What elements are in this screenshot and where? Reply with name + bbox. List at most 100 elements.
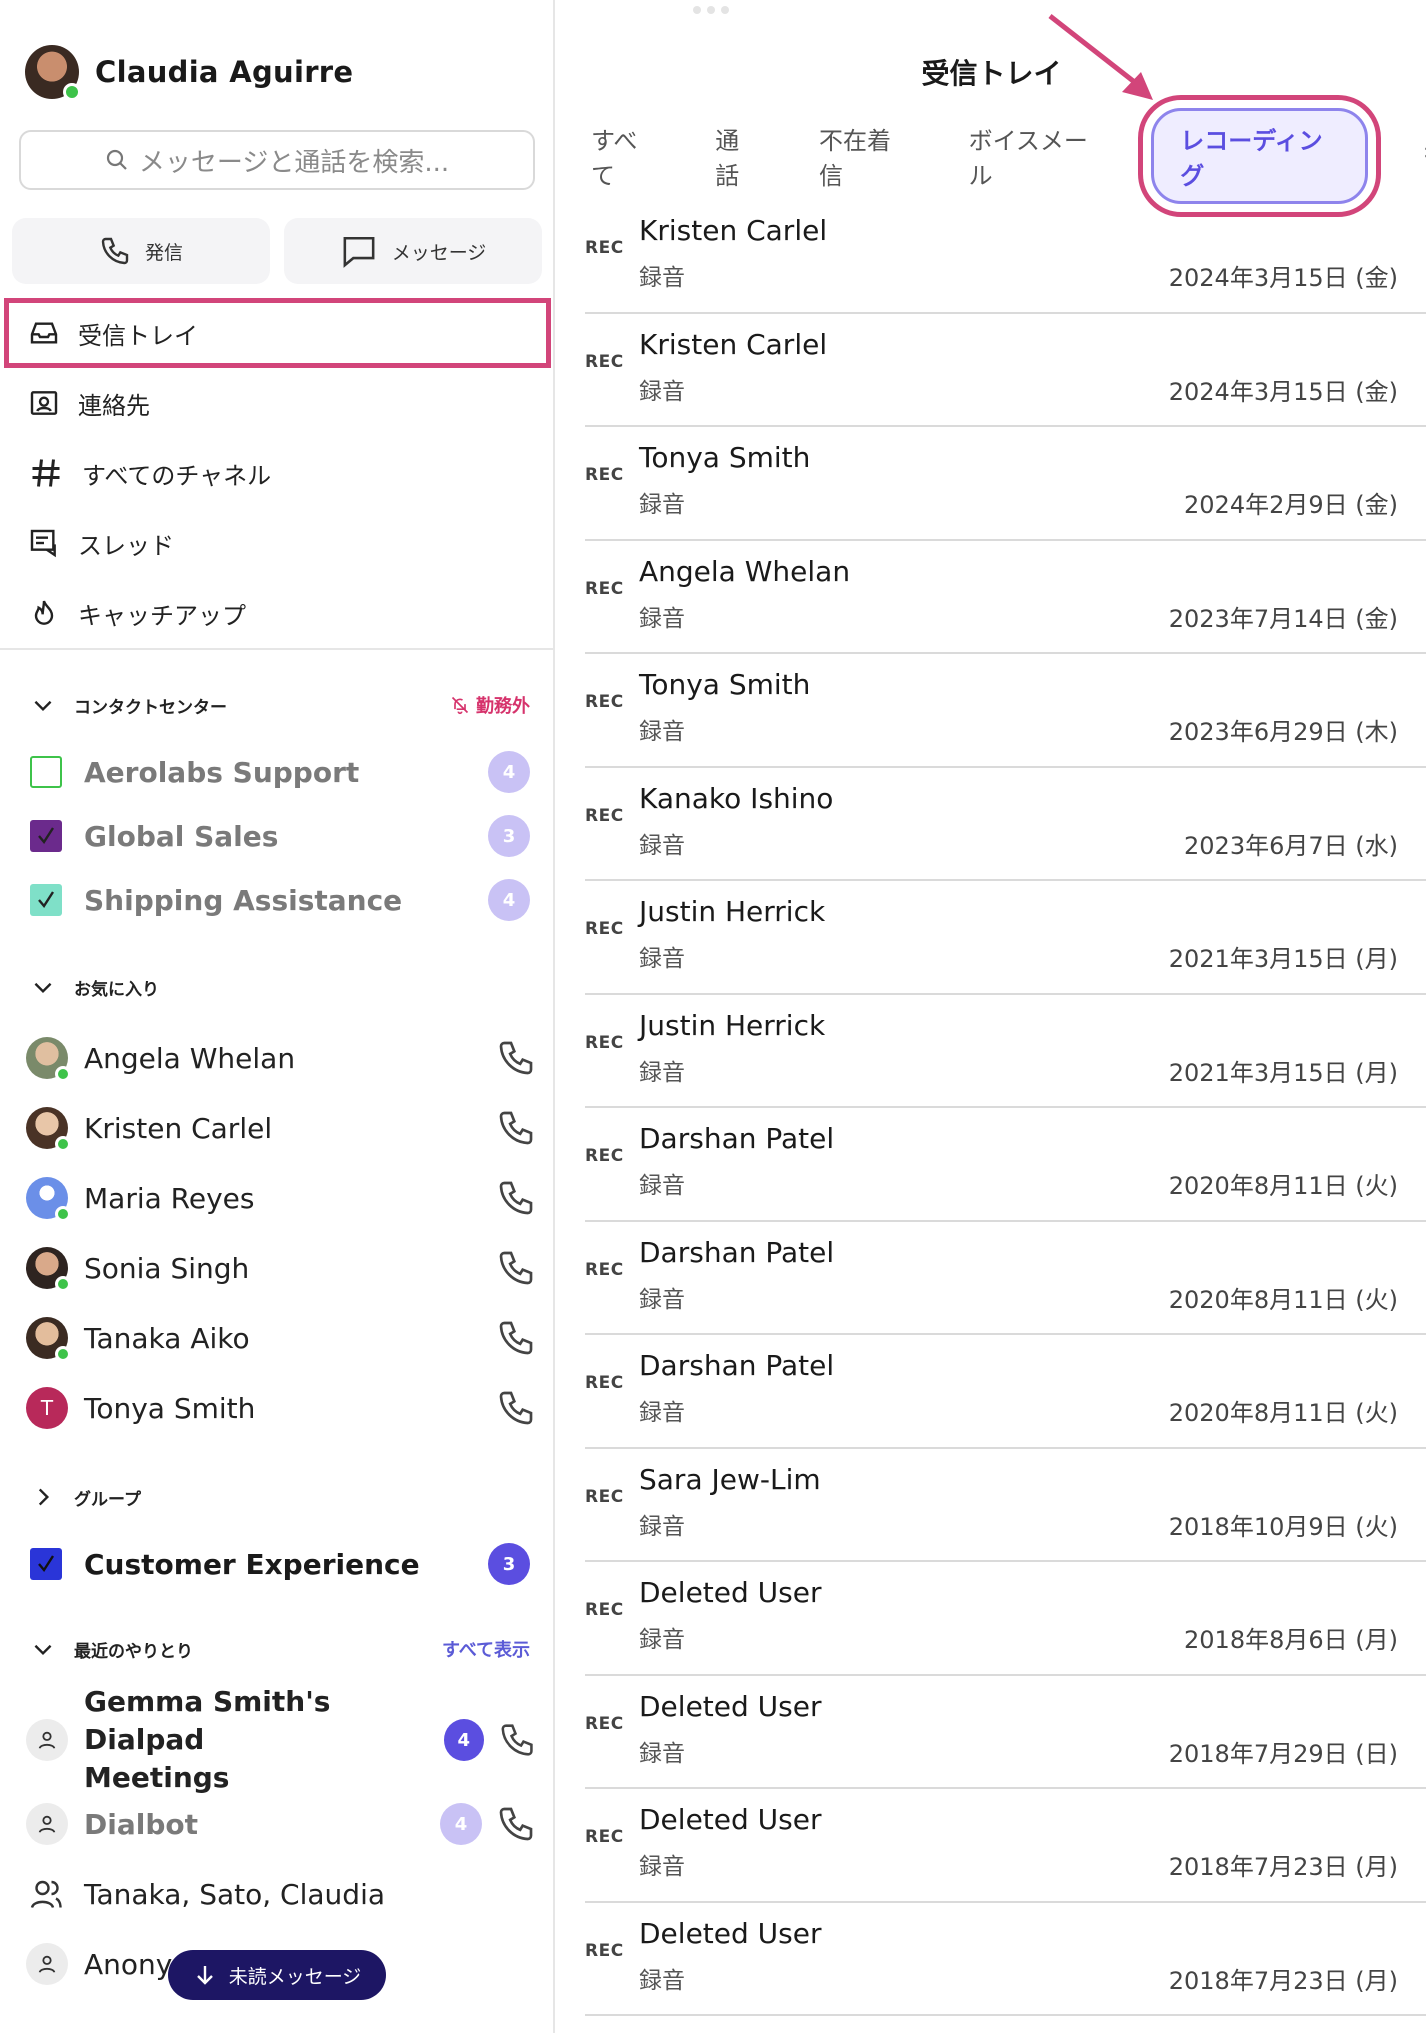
list-item[interactable]: REC Justin Herrick 録音 2021年3月15日 (月)	[585, 881, 1426, 995]
rec-badge: REC	[585, 1713, 624, 1734]
contact-center-item[interactable]: Global Sales 3	[30, 808, 530, 864]
contact-center-item[interactable]: Shipping Assistance 4	[30, 872, 530, 928]
favorite-contact[interactable]: Sonia Singh	[26, 1238, 536, 1298]
sidebar-item-all-channels[interactable]: すべてのチャネル	[0, 438, 553, 508]
recent-conversation[interactable]: Dialbot 4	[26, 1794, 536, 1854]
tab-all[interactable]: すべて	[591, 121, 657, 191]
recent-conversation-name: Tanaka, Sato, Claudia	[84, 1877, 385, 1911]
user-profile[interactable]: Claudia Aguirre	[25, 44, 353, 101]
item-type: 録音	[639, 1740, 685, 1767]
phone-icon[interactable]	[496, 1318, 536, 1358]
online-status-indicator	[55, 1206, 71, 1222]
tab-recordings[interactable]: レコーディング	[1138, 95, 1381, 217]
favorites-header[interactable]: お気に入り	[30, 974, 530, 1000]
tab-voicemail[interactable]: ボイスメール	[969, 121, 1106, 191]
contact-center-title: コンタクトセンター	[74, 697, 227, 718]
sidebar-item-label: 連絡先	[78, 391, 150, 420]
phone-icon[interactable]	[496, 1178, 536, 1218]
list-item[interactable]: REC Darshan Patel 録音 2020年8月11日 (火)	[585, 1222, 1426, 1335]
contact-name: Deleted User	[639, 1689, 822, 1723]
list-item[interactable]: REC Deleted User 録音 2018年7月29日 (日)	[585, 1676, 1426, 1789]
chevron-down-icon	[34, 700, 52, 712]
contact-center-item[interactable]: Aerolabs Support 4	[30, 744, 530, 800]
unread-messages-label: 未読メッセージ	[228, 1965, 362, 1988]
rec-badge: REC	[585, 1146, 624, 1166]
recent-conversation[interactable]: Gemma Smith's Dialpad Meetings 4	[26, 1685, 536, 1794]
sidebar-item-catchup[interactable]: キャッチアップ	[0, 578, 553, 648]
phone-icon[interactable]	[496, 1038, 536, 1078]
action-row: 発信 メッセージ	[12, 218, 542, 284]
recent-header[interactable]: 最近のやりとり すべて表示	[30, 1636, 530, 1662]
contact-center-header[interactable]: コンタクトセンター 勤務外	[30, 692, 530, 718]
item-type: 録音	[639, 1854, 685, 1880]
list-item[interactable]: REC Tonya Smith 録音 2024年2月9日 (金)	[585, 427, 1426, 541]
checkbox-checked-icon[interactable]	[30, 1548, 62, 1580]
phone-icon[interactable]	[496, 1804, 536, 1844]
list-item[interactable]: REC Kristen Carlel 録音 2024年3月15日 (金)	[585, 314, 1426, 427]
phone-icon[interactable]	[496, 1108, 536, 1148]
item-date: 2018年7月23日 (月)	[1168, 1853, 1398, 1881]
drag-handle[interactable]	[693, 6, 735, 14]
online-status-indicator	[55, 1136, 71, 1152]
list-item[interactable]: REC Deleted User 録音 2018年7月23日 (月)	[585, 1903, 1426, 2016]
checkbox-checked-icon[interactable]	[30, 820, 62, 852]
list-item[interactable]: REC Deleted User 録音 2018年8月6日 (月)	[585, 1562, 1426, 1676]
checkbox-checked-icon[interactable]	[30, 884, 62, 916]
list-item[interactable]: REC Justin Herrick 録音 2021年3月15日 (月)	[585, 995, 1426, 1108]
tab-missed[interactable]: 不在着信	[819, 121, 911, 191]
rec-badge: REC	[585, 238, 624, 258]
contacts-icon	[30, 391, 58, 415]
list-item[interactable]: REC Darshan Patel 録音 2020年8月11日 (火)	[585, 1335, 1426, 1449]
contact-name: Sara Jew-Lim	[639, 1462, 821, 1496]
sidebar-item-inbox[interactable]: 受信トレイ	[4, 298, 551, 368]
unread-messages-button[interactable]: 未読メッセージ	[168, 1950, 386, 2000]
favorite-contact[interactable]: Angela Whelan	[26, 1028, 536, 1088]
avatar-initial: T	[26, 1387, 68, 1429]
search-input[interactable]: メッセージと通話を検索...	[19, 130, 535, 190]
item-date: 2018年7月23日 (月)	[1168, 1966, 1398, 1995]
phone-icon	[101, 237, 129, 265]
list-item[interactable]: REC Kristen Carlel 録音 2024年3月15日 (金)	[585, 200, 1426, 314]
list-item[interactable]: REC Deleted User 録音 2018年7月23日 (月)	[585, 1789, 1426, 1903]
filter-tabs: すべて 通話 不在着信 ボイスメール レコーディング	[591, 95, 1426, 217]
favorite-contact[interactable]: Kristen Carlel	[26, 1098, 536, 1158]
tab-calls[interactable]: 通話	[715, 121, 761, 191]
item-date: 2023年7月14日 (金)	[1168, 604, 1398, 633]
phone-icon[interactable]	[498, 1720, 536, 1760]
favorite-contact[interactable]: T Tonya Smith	[26, 1378, 536, 1438]
contact-name: Justin Herrick	[639, 1008, 826, 1042]
favorite-contact[interactable]: Maria Reyes	[26, 1168, 536, 1228]
message-button[interactable]: メッセージ	[284, 218, 542, 284]
favorite-contact[interactable]: Tanaka Aiko	[26, 1308, 536, 1368]
person-icon	[26, 1803, 68, 1845]
groups-title: グループ	[74, 1489, 141, 1510]
contact-name: Justin Herrick	[639, 895, 826, 928]
chevron-right-icon	[38, 1488, 50, 1506]
list-item[interactable]: REC Sara Jew-Lim 録音 2018年10月9日 (火)	[585, 1449, 1426, 1562]
show-all-link[interactable]: すべて表示	[442, 1636, 530, 1662]
phone-icon[interactable]	[496, 1388, 536, 1428]
avatar	[26, 1317, 71, 1362]
sidebar-item-threads[interactable]: スレッド	[0, 508, 553, 578]
unread-count-badge: 4	[443, 1719, 484, 1761]
off-duty-status[interactable]: 勤務外	[450, 692, 530, 718]
inbox-icon	[30, 322, 58, 344]
recent-conversation-name: Dialbot	[84, 1807, 198, 1841]
sidebar-item-contacts[interactable]: 連絡先	[0, 368, 553, 438]
recent-conversation[interactable]: Tanaka, Sato, Claudia	[26, 1864, 536, 1924]
sidebar-nav: 受信トレイ 連絡先 すべてのチャネル スレッド キャッチアップ	[0, 298, 553, 648]
rec-badge: REC	[585, 805, 624, 826]
checkbox-icon[interactable]	[30, 756, 62, 788]
item-date: 2020年8月11日 (火)	[1168, 1285, 1398, 1314]
groups-header[interactable]: グループ	[30, 1484, 530, 1510]
list-item[interactable]: REC Angela Whelan 録音 2023年7月14日 (金)	[585, 541, 1426, 654]
list-item[interactable]: REC Kanako Ishino 録音 2023年6月7日 (水)	[585, 768, 1426, 881]
phone-icon[interactable]	[496, 1248, 536, 1288]
group-item[interactable]: Customer Experience 3	[30, 1536, 530, 1592]
item-type: 録音	[639, 719, 685, 745]
call-button[interactable]: 発信	[12, 218, 270, 284]
rec-badge: REC	[585, 1940, 624, 1961]
list-item[interactable]: REC Tonya Smith 録音 2023年6月29日 (木)	[585, 654, 1426, 768]
list-item[interactable]: REC Darshan Patel 録音 2020年8月11日 (火)	[585, 1108, 1426, 1222]
contact-name: Deleted User	[639, 1803, 822, 1836]
